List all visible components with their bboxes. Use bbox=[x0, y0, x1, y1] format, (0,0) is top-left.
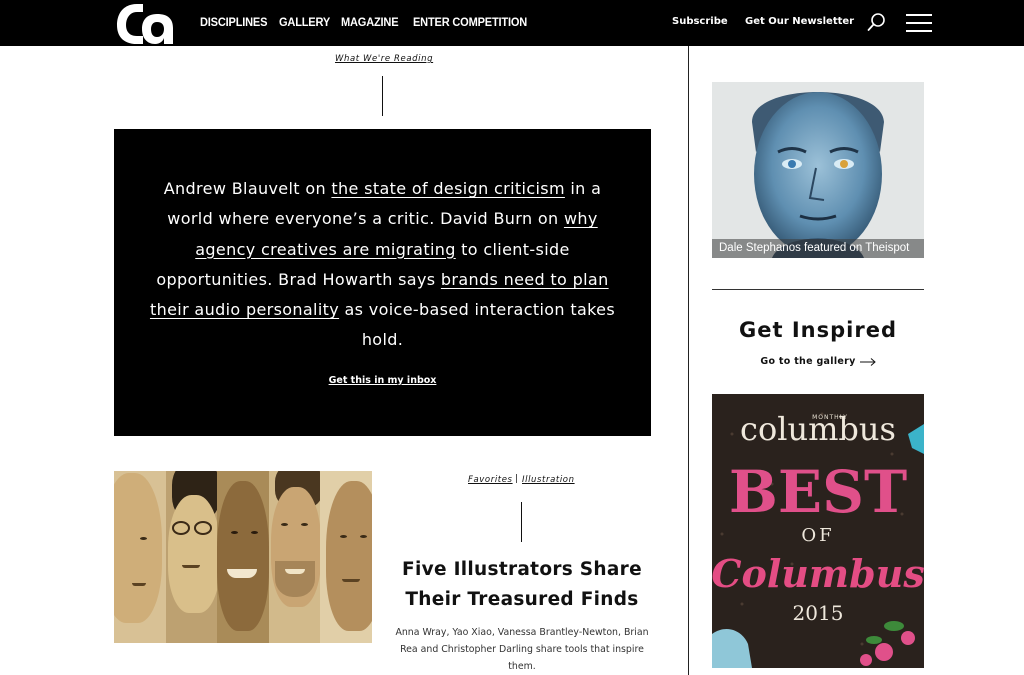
cover-artwork: MONTHLY columbus BEST OF Columbus 2015 bbox=[712, 394, 924, 668]
design-criticism-link[interactable]: the state of design criticism bbox=[331, 179, 565, 198]
article-title-link[interactable]: Five Illustrators Share Their Treasured … bbox=[392, 555, 652, 615]
category-favorites-link[interactable]: Favorites bbox=[468, 475, 513, 485]
reading-kicker-link[interactable]: What We're Reading bbox=[335, 54, 433, 64]
cover-year-text: 2015 bbox=[793, 601, 844, 625]
article-dek: Anna Wray, Yao Xiao, Vanessa Brantley-Ne… bbox=[395, 627, 649, 672]
cover-best-text: BEST bbox=[729, 458, 907, 526]
top-navigation-bar: ca DISCIPLINES GALLERY MAGAZINE ENTER CO… bbox=[0, 0, 1024, 46]
nav-disciplines[interactable]: DISCIPLINES bbox=[200, 15, 267, 29]
article-divider-line bbox=[521, 502, 522, 542]
illustrator-portrait bbox=[114, 471, 166, 643]
kicker-divider-line bbox=[382, 76, 383, 116]
illustrator-portrait bbox=[320, 471, 372, 643]
category-separator: | bbox=[515, 474, 519, 484]
summary-text-1: Andrew Blauvelt on bbox=[163, 179, 332, 198]
illustrator-portrait bbox=[165, 471, 218, 643]
portrait-artwork bbox=[712, 82, 924, 258]
ca-logo[interactable]: ca bbox=[113, 0, 179, 46]
category-illustration-link[interactable]: Illustration bbox=[522, 475, 575, 485]
get-in-inbox-link[interactable]: Get this in my inbox bbox=[114, 375, 651, 386]
nav-magazine[interactable]: MAGAZINE bbox=[341, 15, 399, 29]
hamburger-menu-icon[interactable] bbox=[906, 13, 932, 33]
nav-enter-competition[interactable]: ENTER COMPETITION bbox=[413, 15, 527, 29]
go-to-gallery-link[interactable]: Go to the gallery bbox=[712, 356, 924, 367]
cover-title-text: columbus bbox=[740, 410, 896, 448]
get-inspired-heading: Get Inspired bbox=[739, 318, 897, 342]
illustrator-portrait bbox=[268, 471, 321, 643]
illustrator-portrait bbox=[217, 471, 269, 643]
reading-promo-box: Andrew Blauvelt on the state of design c… bbox=[114, 129, 651, 436]
search-icon[interactable] bbox=[866, 11, 888, 33]
cover-city-text: Columbus bbox=[712, 551, 924, 596]
summary-text-4: as voice-based interaction takes hold. bbox=[339, 300, 616, 350]
featured-caption: Dale Stephanos featured on Theispot bbox=[712, 239, 924, 258]
subscribe-link[interactable]: Subscribe bbox=[672, 16, 728, 27]
illustrators-photo[interactable] bbox=[114, 471, 372, 643]
nav-gallery[interactable]: GALLERY bbox=[279, 15, 330, 29]
reading-summary: Andrew Blauvelt on the state of design c… bbox=[144, 174, 621, 356]
sidebar-divider bbox=[712, 289, 924, 290]
newsletter-link[interactable]: Get Our Newsletter bbox=[745, 16, 854, 27]
cover-of-text: OF bbox=[801, 525, 834, 546]
column-divider bbox=[688, 46, 689, 675]
gallery-link-label: Go to the gallery bbox=[760, 356, 856, 367]
arrow-right-icon bbox=[859, 357, 876, 366]
featured-illustration[interactable]: Dale Stephanos featured on Theispot bbox=[712, 82, 924, 258]
magazine-cover[interactable]: MONTHLY columbus BEST OF Columbus 2015 bbox=[712, 394, 924, 668]
